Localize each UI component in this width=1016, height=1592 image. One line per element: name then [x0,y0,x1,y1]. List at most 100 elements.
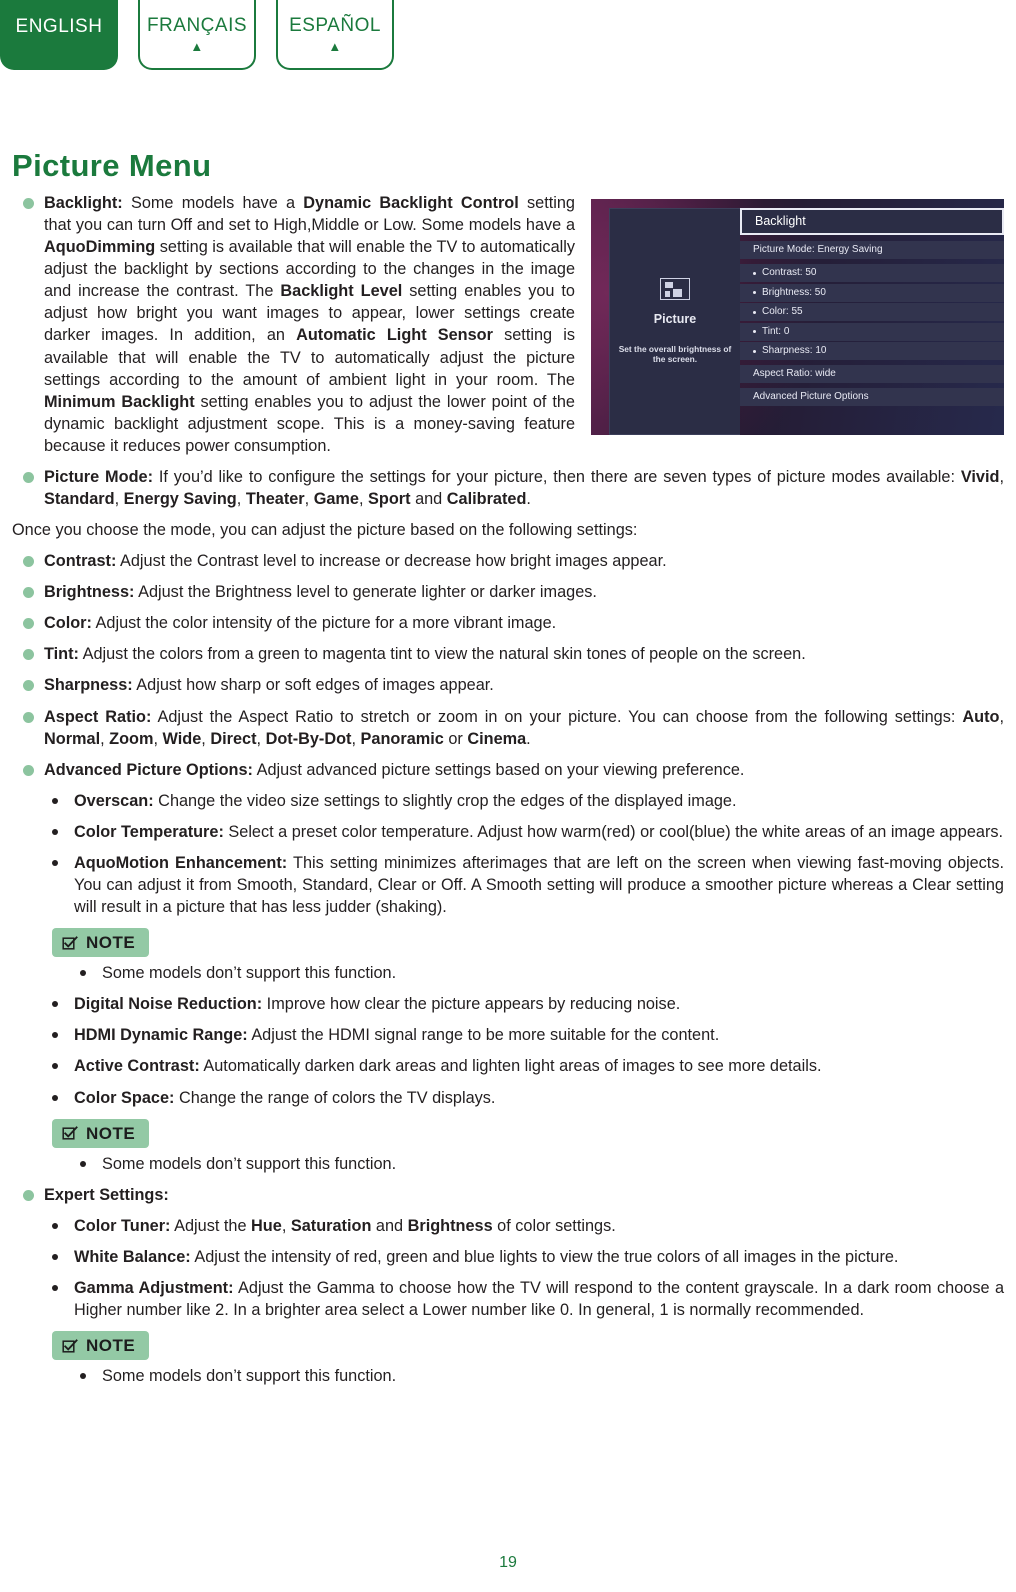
list-item-hdmi-dynamic-range: HDMI Dynamic Range: Adjust the HDMI sign… [12,1024,1004,1046]
option-direct: Direct [210,729,257,748]
note-badge: NOTE [52,928,150,958]
bullet-icon [753,310,756,314]
note-badge: NOTE [52,1118,150,1148]
osd-row-sharpness[interactable]: Sharpness: 10 [740,342,1004,360]
bullet-icon [23,680,34,692]
osd-highlighted-item[interactable]: Backlight [740,208,1004,235]
term-color-space: Color Space: [74,1088,175,1107]
osd-row-tint[interactable]: Tint: 0 [740,322,1004,341]
mode-sport: Sport [368,490,411,509]
list-item-overscan: Overscan: Change the video size settings… [12,790,1004,812]
list-item-digital-noise-reduction: Digital Noise Reduction: Improve how cle… [12,993,1004,1015]
language-tab-francais-label: FRANÇAIS [146,15,248,36]
list-item-picture-mode: Picture Mode: If you’d like to configure… [12,466,1004,510]
language-tab-bar: ENGLISH ▲ FRANÇAIS ▲ ESPAÑOL ▲ [0,0,394,70]
term-color-tuner: Color Tuner: [74,1216,171,1235]
color-tuner-text-1: Adjust the [170,1216,252,1235]
bullet-icon [52,1284,58,1291]
list-item-color-tuner: Color Tuner: Adjust the Hue, Saturation … [12,1215,1004,1237]
mode-energy-saving: Energy Saving [123,490,237,509]
term-expert-settings: Expert Settings: [44,1185,169,1204]
list-item-expert-settings: Expert Settings: [12,1184,1004,1206]
checkbox-check-icon [62,1125,78,1141]
sharpness-text: Adjust how sharp or soft edges of images… [132,676,494,695]
note-badge-label: NOTE [86,933,136,953]
brightness-text: Adjust the Brightness level to generate … [134,583,597,602]
bullet-icon [80,1160,86,1167]
osd-panel-title: Picture [653,311,697,326]
language-tab-espanol-label: ESPAÑOL [289,15,381,36]
note-item-text: Some models don’t support this function. [102,964,397,983]
language-tab-english-label: ENGLISH [15,16,103,37]
intro-line: Once you choose the mode, you can adjust… [12,521,638,540]
tint-text: Adjust the colors from a green to magent… [78,645,806,664]
bullet-icon [80,970,86,977]
note-badge-label: NOTE [86,1336,136,1356]
term-advanced-picture-options: Advanced Picture Options: [44,760,253,779]
list-item-white-balance: White Balance: Adjust the intensity of r… [12,1246,1004,1268]
aspect-ratio-tail: . [526,729,531,748]
bullet-icon [23,764,34,776]
osd-row-brightness[interactable]: Brightness: 50 [740,283,1004,302]
chevron-up-icon: ▲ [190,39,204,54]
language-tab-francais[interactable]: FRANÇAIS ▲ [138,0,256,70]
digital-noise-reduction-text: Improve how clear the picture appears by… [262,995,681,1014]
term-sharpness: Sharpness: [44,676,133,695]
page-number: 19 [499,1554,517,1571]
picture-mode-tail: . [526,490,531,509]
osd-row-advanced-picture-options[interactable]: Advanced Picture Options [740,388,1004,406]
bullet-icon [80,1373,86,1380]
mode-theater: Theater [245,490,305,509]
bullet-icon [23,618,34,630]
bullet-icon [52,797,58,804]
backlight-bold-5: Minimum Backlight [44,392,195,411]
term-aquomotion-enhancement: AquoMotion Enhancement: [74,853,288,872]
checkbox-check-icon [62,935,78,951]
picture-mode-text: If you’d like to configure the settings … [153,467,961,486]
term-hdmi-dynamic-range: HDMI Dynamic Range: [74,1026,248,1045]
bullet-icon [52,1094,58,1101]
active-contrast-text: Automatically darken dark areas and ligh… [199,1057,822,1076]
note-item-text: Some models don’t support this function. [102,1154,397,1173]
list-item-color-space: Color Space: Change the range of colors … [12,1087,1004,1109]
bullet-icon [52,1222,58,1229]
term-color: Color: [44,614,92,633]
bullet-icon [52,1063,58,1070]
osd-row-aspect-ratio[interactable]: Aspect Ratio: wide [740,365,1004,383]
osd-row-picture-mode[interactable]: Picture Mode: Energy Saving [740,241,1004,259]
bullet-icon [52,859,58,866]
term-color-temperature: Color Temperature: [74,822,224,841]
language-tab-espanol[interactable]: ESPAÑOL ▲ [276,0,394,70]
bullet-icon [23,198,34,209]
bullet-icon [23,471,34,483]
term-picture-mode: Picture Mode: [44,467,153,486]
list-item-active-contrast: Active Contrast: Automatically darken da… [12,1055,1004,1077]
option-wide: Wide [162,729,202,748]
aspect-ratio-text: Adjust the Aspect Ratio to stretch or zo… [151,707,963,726]
mode-game: Game [313,490,359,509]
language-tab-english[interactable]: ENGLISH ▲ [0,0,118,70]
list-item-aspect-ratio: Aspect Ratio: Adjust the Aspect Ratio to… [12,706,1004,750]
color-tuner-brightness: Brightness [407,1216,493,1235]
list-item-sharpness: Sharpness: Adjust how sharp or soft edge… [12,674,1004,696]
advanced-text: Adjust advanced picture settings based o… [252,760,745,779]
osd-row-label: Aspect Ratio: wide [753,368,836,380]
option-dot-by-dot: Dot-By-Dot [265,729,352,748]
osd-row-label: Sharpness: 10 [762,345,827,357]
mode-vivid: Vivid [960,467,1000,486]
osd-row-label: Brightness: 50 [762,286,826,298]
option-cinema: Cinema [467,729,527,748]
bullet-icon [23,1189,34,1201]
osd-side-panel: Picture Set the overall brightness of th… [609,208,740,435]
term-overscan: Overscan: [74,791,154,810]
term-tint: Tint: [44,645,79,664]
mode-calibrated: Calibrated [446,490,527,509]
backlight-bold-4: Automatic Light Sensor [296,326,493,345]
note-badge: NOTE [52,1331,150,1361]
term-digital-noise-reduction: Digital Noise Reduction: [74,995,263,1014]
term-aspect-ratio: Aspect Ratio: [44,707,152,726]
osd-row-color[interactable]: Color: 55 [740,303,1004,321]
bullet-icon [23,556,34,568]
backlight-bold-3: Backlight Level [280,282,403,301]
osd-row-contrast[interactable]: Contrast: 50 [740,264,1004,282]
